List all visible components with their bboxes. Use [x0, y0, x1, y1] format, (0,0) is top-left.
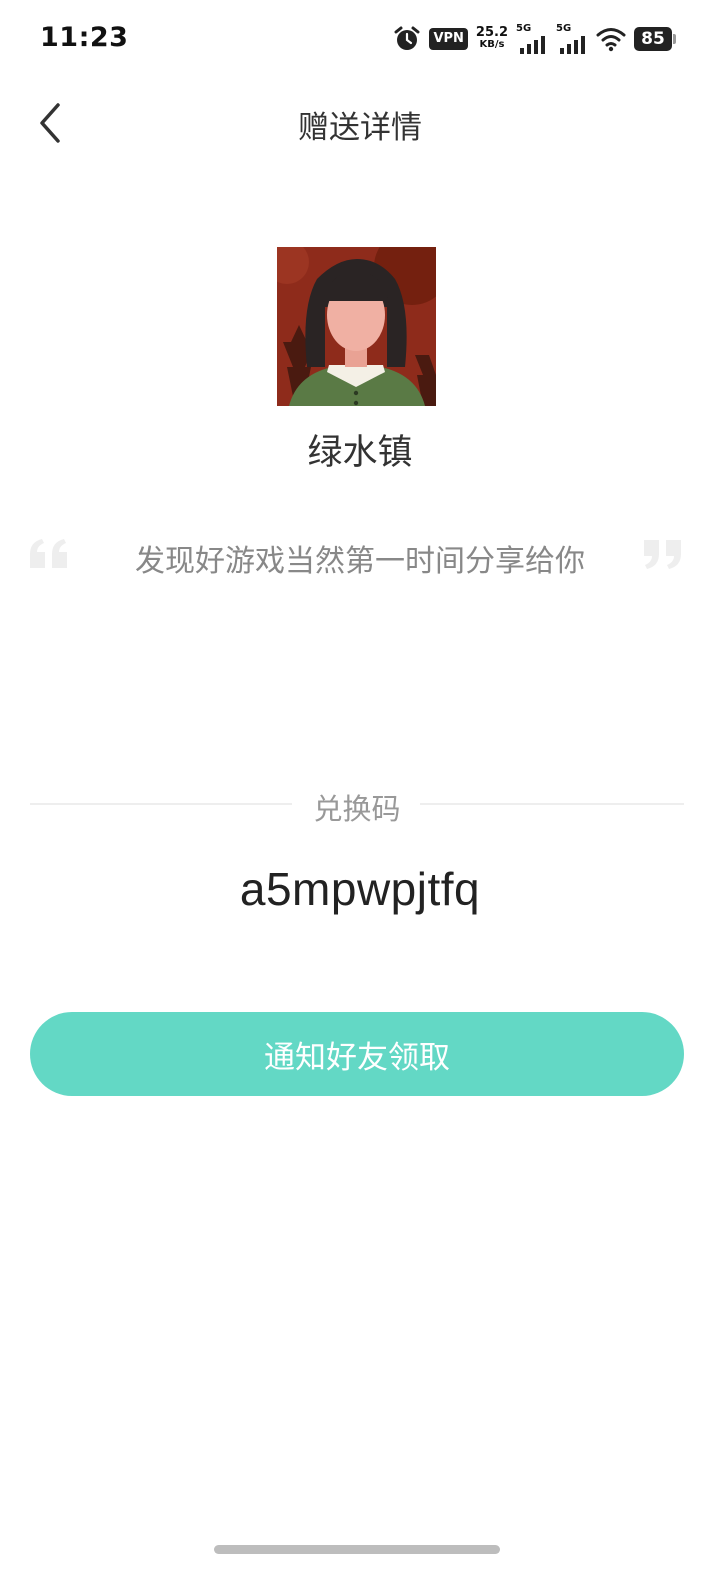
notify-friend-button[interactable]: 通知好友领取 — [30, 1012, 684, 1096]
status-bar: 11:23 VPN 25.2 KB/s 5G 5G 85 — [0, 0, 720, 80]
sender-name: 绿水镇 — [307, 433, 413, 473]
status-time: 11:23 — [40, 22, 129, 53]
network-speed: 25.2 KB/s — [475, 25, 508, 51]
code-divider: 兑换码 — [30, 780, 684, 826]
network-speed-value: 25.2 — [475, 25, 508, 40]
divider-line — [420, 803, 684, 805]
signal-icon: 5G — [556, 24, 588, 54]
gift-message: 发现好游戏当然第一时间分享给你 — [0, 532, 720, 582]
signal-icon: 5G — [516, 24, 548, 54]
page-title: 赠送详情 — [298, 110, 422, 146]
sim2-network-tag: 5G — [556, 23, 572, 34]
battery-level: 85 — [634, 27, 672, 51]
code-label: 兑换码 — [313, 792, 401, 826]
redeem-code[interactable]: a5mpwpjtfq — [0, 862, 720, 916]
wifi-icon — [596, 28, 626, 52]
home-indicator[interactable] — [214, 1545, 500, 1554]
network-speed-unit: KB/s — [479, 39, 505, 50]
sim1-network-tag: 5G — [516, 23, 532, 34]
nav-bar: 赠送详情 — [0, 80, 720, 170]
alarm-icon — [394, 26, 420, 50]
avatar — [277, 247, 436, 406]
vpn-icon: VPN — [429, 28, 468, 50]
status-icons: VPN 25.2 KB/s 5G 5G 85 — [393, 22, 676, 56]
battery-icon: 85 — [634, 27, 676, 51]
quote-close-icon — [644, 540, 681, 569]
message-text: 发现好游戏当然第一时间分享给你 — [135, 544, 585, 579]
